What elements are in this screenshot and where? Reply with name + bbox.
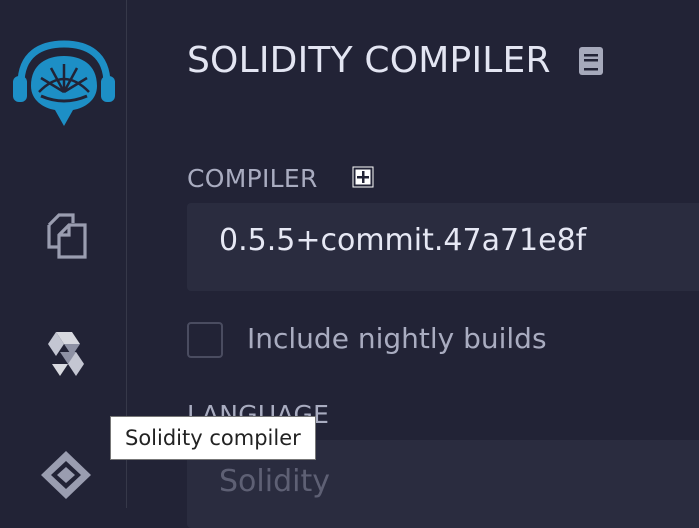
page-title: SOLIDITY COMPILER	[187, 40, 551, 81]
icon-panel	[0, 0, 127, 508]
remix-logo-icon[interactable]	[11, 40, 117, 132]
compiler-label: COMPILER	[187, 164, 318, 193]
tooltip: Solidity compiler	[110, 416, 316, 460]
solidity-compiler-icon[interactable]	[38, 326, 94, 382]
compiler-version-select[interactable]: 0.5.5+commit.47a71e8f	[187, 203, 699, 291]
file-explorer-icon[interactable]	[38, 208, 94, 264]
plus-square-icon[interactable]	[351, 165, 375, 189]
language-value: Solidity	[219, 464, 330, 499]
nightly-builds-checkbox[interactable]	[187, 322, 223, 358]
panel-header: SOLIDITY COMPILER	[187, 40, 605, 81]
documentation-icon[interactable]	[577, 46, 605, 76]
compiler-version-value: 0.5.5+commit.47a71e8f	[219, 223, 587, 258]
nightly-builds-label: Include nightly builds	[247, 322, 547, 355]
deploy-run-icon[interactable]	[38, 446, 94, 502]
